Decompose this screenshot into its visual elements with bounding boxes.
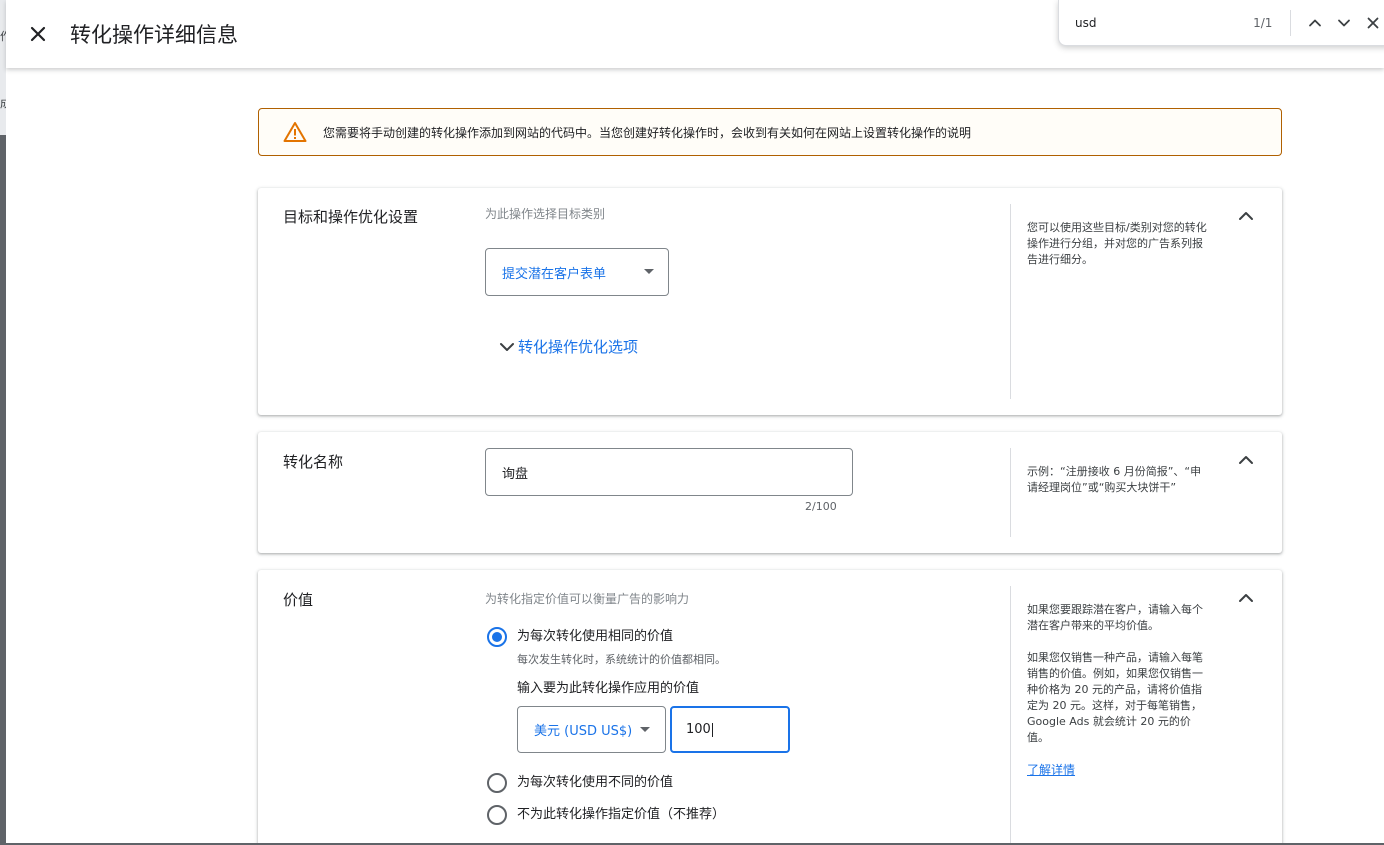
page: 作 成 转化操作详细信息 usd 1/1 您需要将手动创建的转化操作添加到网站的… <box>0 0 1384 845</box>
card-help-text: 您可以使用这些目标/类别对您的转化操作进行分组，并对您的广告系列报告进行细分。 <box>1027 221 1207 266</box>
card-divider <box>1010 204 1011 399</box>
conversion-name-input[interactable]: 询盘 <box>485 448 853 496</box>
goal-category-select[interactable]: 提交潜在客户表单 <box>485 248 669 296</box>
dropdown-arrow-icon <box>640 726 650 732</box>
optimization-options-label: 转化操作优化选项 <box>518 338 639 356</box>
find-input[interactable]: usd <box>1075 16 1220 30</box>
card-title: 价值 <box>283 591 314 609</box>
collapse-button[interactable] <box>1234 204 1258 228</box>
find-bar: usd 1/1 <box>1058 0 1384 46</box>
radio-label: 不为此转化操作指定价值（不推荐） <box>517 807 726 822</box>
currency-value: 美元 (USD US$) <box>534 724 633 739</box>
character-counter: 2/100 <box>805 500 837 513</box>
find-close-button[interactable] <box>1360 8 1384 38</box>
radio-label: 为每次转化使用不同的价值 <box>517 775 674 790</box>
underlying-text-fragment: 成 <box>0 97 6 110</box>
card-divider <box>1010 448 1011 537</box>
warning-icon <box>283 122 307 142</box>
value-card: 价值 为转化指定价值可以衡量广告的影响力 为每次转化使用相同的价值 每次发生转化… <box>258 570 1282 845</box>
chevron-up-icon <box>1309 19 1321 26</box>
warning-banner: 您需要将手动创建的转化操作添加到网站的代码中。当您创建好转化操作时，会收到有关如… <box>258 108 1282 156</box>
page-title: 转化操作详细信息 <box>70 23 238 47</box>
currency-select[interactable]: 美元 (USD US$) <box>517 706 666 753</box>
radio-button-selected[interactable] <box>487 627 507 647</box>
radio-button[interactable] <box>487 805 507 825</box>
chevron-down-icon <box>500 342 514 351</box>
radio-description: 每次发生转化时，系统统计的价值都相同。 <box>517 653 726 666</box>
chevron-down-icon <box>1338 19 1351 26</box>
value-amount: 100 <box>686 722 711 737</box>
radio-same-value[interactable]: 为每次转化使用相同的价值 <box>487 627 673 647</box>
card-help-text: 如果您仅销售一种产品，请输入每笔销售的价值。例如，如果您仅销售一种价格为 20 … <box>1027 651 1203 744</box>
card-help-text: 如果您要跟踪潜在客户，请输入每个潜在客户带来的平均价值。 <box>1027 603 1203 632</box>
close-button[interactable] <box>18 14 58 54</box>
goal-category-value: 提交潜在客户表单 <box>502 266 607 282</box>
learn-more-link[interactable]: 了解详情 <box>1027 763 1075 777</box>
conversion-name-value: 询盘 <box>502 466 529 482</box>
goal-category-label: 为此操作选择目标类别 <box>485 207 606 221</box>
card-title: 目标和操作优化设置 <box>283 208 419 226</box>
chevron-up-icon <box>1239 456 1253 464</box>
optimization-options-toggle[interactable]: 转化操作优化选项 <box>498 336 638 357</box>
radio-different-values[interactable]: 为每次转化使用不同的价值 <box>487 773 673 793</box>
find-next-button[interactable] <box>1331 8 1358 38</box>
value-amount-input[interactable]: 100 <box>670 706 790 753</box>
card-divider <box>1010 586 1011 845</box>
find-match-count: 1/1 <box>1253 15 1273 30</box>
collapse-button[interactable] <box>1234 448 1258 472</box>
card-title: 转化名称 <box>283 453 344 471</box>
find-previous-button[interactable] <box>1301 8 1328 38</box>
value-input-label: 输入要为此转化操作应用的价值 <box>517 681 700 696</box>
goal-settings-card: 目标和操作优化设置 为此操作选择目标类别 提交潜在客户表单 转化操作优化选项 您… <box>258 188 1282 415</box>
card-help-text: 示例：“注册接收 6 月份简报”、“申请经理岗位”或“购买大块饼干” <box>1027 465 1202 494</box>
text-cursor <box>711 722 713 737</box>
dropdown-arrow-icon <box>644 269 654 274</box>
find-divider <box>1290 9 1292 36</box>
collapse-button[interactable] <box>1234 586 1258 610</box>
chevron-up-icon <box>1239 212 1253 220</box>
radio-label: 为每次转化使用相同的价值 <box>517 629 674 644</box>
chevron-up-icon <box>1239 594 1253 602</box>
card-help-link-wrap: 了解详情 <box>1027 762 1209 778</box>
radio-no-value[interactable]: 不为此转化操作指定价值（不推荐） <box>487 805 725 825</box>
value-sublabel: 为转化指定价值可以衡量广告的影响力 <box>485 592 690 606</box>
radio-button[interactable] <box>487 773 507 793</box>
close-icon <box>1367 17 1379 28</box>
conversion-name-card: 转化名称 询盘 2/100 示例：“注册接收 6 月份简报”、“申请经理岗位”或… <box>258 432 1282 553</box>
warning-text: 您需要将手动创建的转化操作添加到网站的代码中。当您创建好转化操作时，会收到有关如… <box>323 125 972 140</box>
close-icon <box>30 26 46 42</box>
